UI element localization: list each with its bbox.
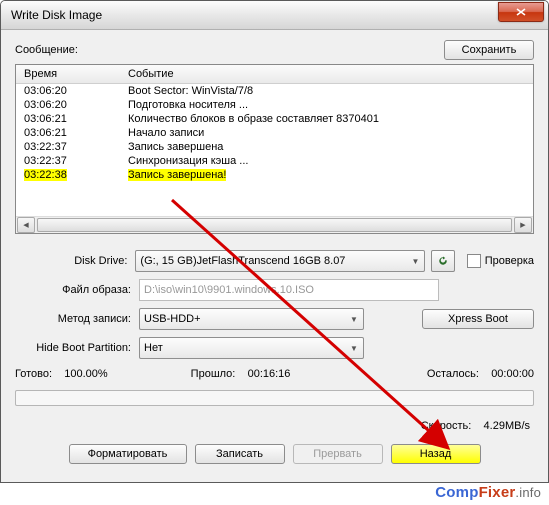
- scroll-left-arrow[interactable]: ◀: [17, 217, 35, 233]
- col-event[interactable]: Событие: [124, 68, 533, 80]
- remain-label: Осталось:: [427, 368, 479, 380]
- elapsed-label: Прошло:: [191, 368, 236, 380]
- write-method-combo[interactable]: USB-HDD+ ▼: [139, 308, 364, 330]
- chevron-down-icon: ▼: [408, 253, 422, 269]
- watermark: CompFixer.info: [435, 484, 541, 501]
- log-row[interactable]: 03:06:21Начало записи: [16, 126, 533, 140]
- ready-value: 100.00%: [64, 368, 107, 380]
- xpress-boot-button[interactable]: Xpress Boot: [422, 309, 534, 329]
- write-method-value: USB-HDD+: [144, 313, 201, 325]
- hide-boot-combo[interactable]: Нет ▼: [139, 337, 364, 359]
- save-button[interactable]: Сохранить: [444, 40, 534, 60]
- log-list: Время Событие 03:06:20Boot Sector: WinVi…: [15, 64, 534, 234]
- image-file-value: D:\iso\win10\9901.windows.10.ISO: [144, 284, 314, 296]
- log-row[interactable]: 03:06:20Boot Sector: WinVista/7/8: [16, 84, 533, 98]
- chevron-down-icon: ▼: [347, 311, 361, 327]
- disk-drive-combo[interactable]: (G:, 15 GB)JetFlashTranscend 16GB 8.07 ▼: [135, 250, 425, 272]
- verify-label: Проверка: [485, 255, 534, 267]
- window-title: Write Disk Image: [11, 8, 498, 22]
- hide-boot-value: Нет: [144, 342, 163, 354]
- scroll-thumb[interactable]: [37, 218, 512, 232]
- refresh-button[interactable]: [431, 250, 454, 272]
- scroll-right-arrow[interactable]: ▶: [514, 217, 532, 233]
- hide-boot-label: Hide Boot Partition:: [15, 342, 139, 354]
- remain-value: 00:00:00: [491, 368, 534, 380]
- ready-label: Готово:: [15, 368, 52, 380]
- verify-checkbox[interactable]: [467, 254, 481, 268]
- titlebar: Write Disk Image: [1, 1, 548, 30]
- log-row[interactable]: 03:22:38Запись завершена!: [16, 168, 533, 182]
- col-time[interactable]: Время: [16, 68, 124, 80]
- chevron-down-icon: ▼: [347, 340, 361, 356]
- log-row[interactable]: 03:22:37Запись завершена: [16, 140, 533, 154]
- back-button[interactable]: Назад: [391, 444, 481, 464]
- format-button[interactable]: Форматировать: [69, 444, 187, 464]
- log-row[interactable]: 03:06:21Количество блоков в образе соста…: [16, 112, 533, 126]
- disk-drive-value: (G:, 15 GB)JetFlashTranscend 16GB 8.07: [140, 255, 345, 267]
- close-button[interactable]: [498, 2, 544, 22]
- speed-value: 4.29MB/s: [484, 420, 530, 432]
- progress-bar: [15, 390, 534, 406]
- method-label: Метод записи:: [15, 313, 139, 325]
- refresh-icon: [437, 255, 449, 267]
- file-label: Файл образа:: [15, 284, 139, 296]
- log-row[interactable]: 03:22:37Синхронизация кэша ...: [16, 154, 533, 168]
- message-label: Сообщение:: [15, 44, 444, 56]
- speed-label: Скорость:: [421, 420, 472, 432]
- close-icon: [516, 8, 526, 16]
- abort-button: Прервать: [293, 444, 383, 464]
- disk-drive-label: Disk Drive:: [15, 255, 135, 267]
- log-row[interactable]: 03:06:20Подготовка носителя ...: [16, 98, 533, 112]
- horizontal-scrollbar[interactable]: ◀ ▶: [16, 216, 533, 233]
- elapsed-value: 00:16:16: [248, 368, 291, 380]
- write-button[interactable]: Записать: [195, 444, 285, 464]
- image-file-field[interactable]: D:\iso\win10\9901.windows.10.ISO: [139, 279, 439, 301]
